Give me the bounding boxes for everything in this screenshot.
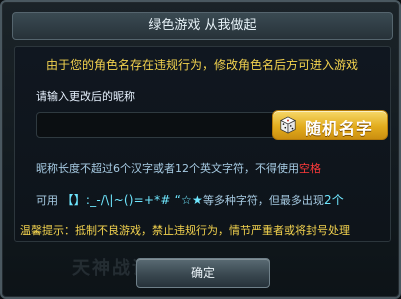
char-rule: 可用 【】:_-/\|~()=+*# “☆★等多种字符，但最多出现2个 <box>36 191 344 208</box>
violation-message: 由于您的角色名存在违规行为，修改角色名后方可进入游戏 <box>45 58 358 72</box>
allowed-characters: 【】:_-/\|~()=+*# “☆★ <box>61 193 203 207</box>
char-rule-prefix: 可用 <box>36 194 58 207</box>
space-highlight: 空格 <box>299 162 321 175</box>
rename-dialog: 绿色游戏 从我做起 由于您的角色名存在违规行为，修改角色名后方可进入游戏 请输入… <box>0 0 401 299</box>
dice-icon <box>279 116 297 134</box>
confirm-label: 确定 <box>190 266 215 280</box>
nickname-prompt: 请输入更改后的昵称 <box>36 90 135 103</box>
dialog-title-text: 绿色游戏 从我做起 <box>148 18 257 33</box>
nickname-input[interactable] <box>36 112 284 138</box>
content-panel <box>14 46 391 242</box>
dialog-title: 绿色游戏 从我做起 <box>12 12 393 40</box>
random-name-label: 随机名字 <box>305 119 374 138</box>
length-rule: 昵称长度不超过6个汉字或者12个英文字符，不得使用空格 <box>36 160 321 176</box>
max-count: 2个 <box>323 193 344 207</box>
random-name-button[interactable]: 随机名字 <box>272 110 388 140</box>
char-rule-middle: 等多种字符，但最多出现 <box>202 194 324 207</box>
warning-text: 温馨提示：抵制不良游戏，禁止违规行为，情节严重者或将封号处理 <box>20 224 350 237</box>
confirm-button[interactable]: 确定 <box>136 258 270 288</box>
length-rule-text: 昵称长度不超过6个汉字或者12个英文字符，不得使用 <box>36 162 299 175</box>
